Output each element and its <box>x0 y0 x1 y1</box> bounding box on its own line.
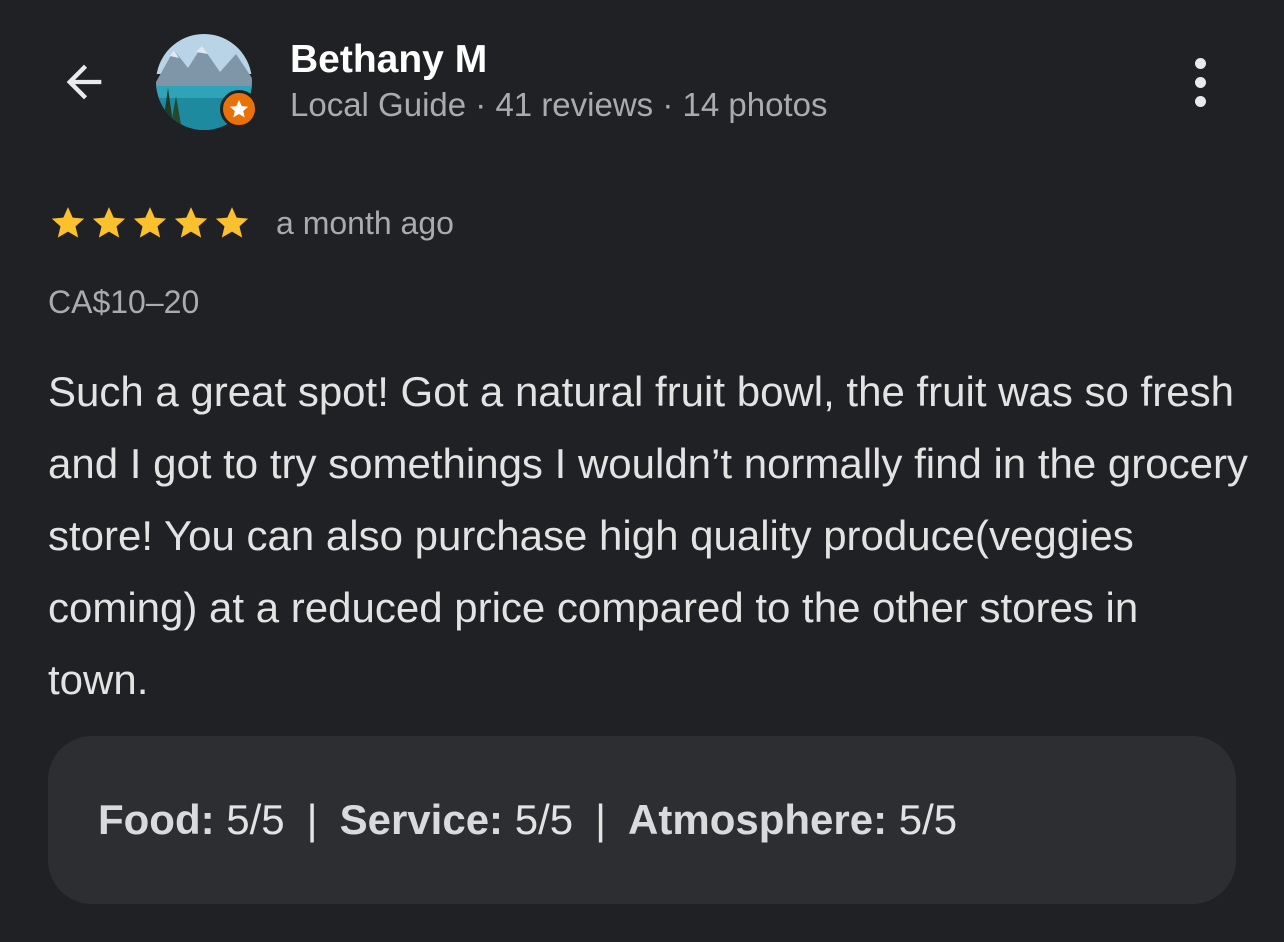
review-text: Such a great spot! Got a natural fruit b… <box>48 368 1248 703</box>
star-icon <box>212 203 252 243</box>
arrow-back-icon <box>66 64 102 100</box>
review-date: a month ago <box>276 204 454 241</box>
back-button[interactable] <box>52 50 116 114</box>
price-range: CA$10–20 <box>48 284 200 320</box>
star-icon <box>171 203 211 243</box>
star-icon <box>48 203 88 243</box>
star-icon <box>130 203 170 243</box>
attribute-service: Service: 5/5 <box>340 796 574 844</box>
attribute-value: 5/5 <box>514 796 574 843</box>
star-icon <box>89 203 129 243</box>
reviewer-avatar[interactable] <box>156 34 258 130</box>
attribute-separator: | <box>595 796 607 843</box>
attribute-label: Food: <box>98 796 215 843</box>
reviewer-name[interactable]: Bethany M <box>290 38 487 82</box>
rating-row: a month ago <box>48 200 454 246</box>
attribute-separator: | <box>306 796 318 843</box>
more-vertical-icon-dot <box>1194 95 1206 107</box>
star-rating <box>48 203 252 243</box>
attribute-value: 5/5 <box>898 796 958 843</box>
local-guide-star-icon <box>229 99 249 118</box>
more-vertical-icon-dot <box>1194 76 1206 88</box>
review-header: Bethany M Local Guide · 41 reviews · 14 … <box>0 0 1284 160</box>
reviewer-meta: Local Guide · 41 reviews · 14 photos <box>290 86 828 123</box>
more-options-button[interactable] <box>1176 52 1224 112</box>
attribute-ratings-card: Food: 5/5 | Service: 5/5 | Atmosphere: 5… <box>48 736 1236 904</box>
attribute-label: Atmosphere: <box>628 796 888 843</box>
local-guide-badge <box>220 90 258 128</box>
more-vertical-icon <box>1194 57 1206 69</box>
attribute-value: 5/5 <box>226 796 285 843</box>
attribute-label: Service: <box>339 796 504 843</box>
attribute-food: Food: 5/5 <box>98 796 285 844</box>
attribute-atmosphere: Atmosphere: 5/5 <box>628 796 957 844</box>
